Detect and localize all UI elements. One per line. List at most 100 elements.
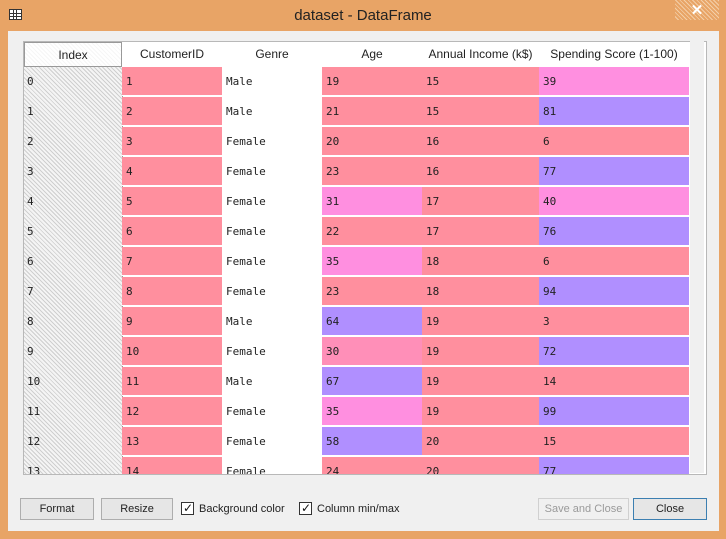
- cell-genre[interactable]: Female: [222, 277, 322, 306]
- window-close-button[interactable]: ✕: [675, 0, 719, 20]
- cell-customerid[interactable]: 6: [122, 217, 222, 246]
- table-row[interactable]: 2 Male 21 15 81: [122, 97, 706, 127]
- table-row[interactable]: 12 Female 35 19 99: [122, 397, 706, 427]
- cell-annual-income[interactable]: 17: [422, 217, 539, 246]
- cell-age[interactable]: 20: [322, 127, 422, 156]
- index-header[interactable]: Index: [24, 42, 122, 67]
- cell-age[interactable]: 67: [322, 367, 422, 396]
- cell-age[interactable]: 22: [322, 217, 422, 246]
- title-bar: dataset - DataFrame ✕: [0, 0, 726, 30]
- cell-annual-income[interactable]: 15: [422, 97, 539, 126]
- cell-customerid[interactable]: 9: [122, 307, 222, 336]
- cell-customerid[interactable]: 14: [122, 457, 222, 474]
- cell-customerid[interactable]: 3: [122, 127, 222, 156]
- cell-customerid[interactable]: 5: [122, 187, 222, 216]
- table-row[interactable]: 6 Female 22 17 76: [122, 217, 706, 247]
- table-row[interactable]: 11 Male 67 19 14: [122, 367, 706, 397]
- column-header-age[interactable]: Age: [322, 42, 422, 67]
- cell-spending-score[interactable]: 3: [539, 307, 689, 336]
- cell-customerid[interactable]: 13: [122, 427, 222, 456]
- cell-spending-score[interactable]: 39: [539, 67, 689, 96]
- cell-annual-income[interactable]: 20: [422, 457, 539, 474]
- cell-genre[interactable]: Male: [222, 307, 322, 336]
- cell-annual-income[interactable]: 17: [422, 187, 539, 216]
- cell-age[interactable]: 58: [322, 427, 422, 456]
- cell-customerid[interactable]: 4: [122, 157, 222, 186]
- cell-age[interactable]: 35: [322, 397, 422, 426]
- cell-customerid[interactable]: 10: [122, 337, 222, 366]
- cell-annual-income[interactable]: 16: [422, 127, 539, 156]
- cell-genre[interactable]: Female: [222, 217, 322, 246]
- table-row[interactable]: 13 Female 58 20 15: [122, 427, 706, 457]
- resize-button[interactable]: Resize: [101, 498, 173, 520]
- cell-genre[interactable]: Female: [222, 337, 322, 366]
- background-color-checkbox[interactable]: Background color: [181, 500, 296, 517]
- table-row[interactable]: 7 Female 35 18 6: [122, 247, 706, 277]
- cell-genre[interactable]: Male: [222, 367, 322, 396]
- cell-genre[interactable]: Male: [222, 97, 322, 126]
- cell-genre[interactable]: Female: [222, 397, 322, 426]
- vertical-scrollbar[interactable]: [690, 41, 704, 473]
- cell-genre[interactable]: Female: [222, 457, 322, 474]
- cell-annual-income[interactable]: 16: [422, 157, 539, 186]
- column-header-customerid[interactable]: CustomerID: [122, 42, 222, 67]
- cell-age[interactable]: 23: [322, 277, 422, 306]
- table-row[interactable]: 4 Female 23 16 77: [122, 157, 706, 187]
- table-row[interactable]: 5 Female 31 17 40: [122, 187, 706, 217]
- cell-genre[interactable]: Female: [222, 247, 322, 276]
- cell-annual-income[interactable]: 19: [422, 397, 539, 426]
- format-button[interactable]: Format: [20, 498, 94, 520]
- cell-spending-score[interactable]: 15: [539, 427, 689, 456]
- cell-spending-score[interactable]: 81: [539, 97, 689, 126]
- cell-age[interactable]: 21: [322, 97, 422, 126]
- save-and-close-button[interactable]: Save and Close: [538, 498, 629, 520]
- cell-genre[interactable]: Male: [222, 67, 322, 96]
- cell-spending-score[interactable]: 99: [539, 397, 689, 426]
- cell-annual-income[interactable]: 20: [422, 427, 539, 456]
- cell-age[interactable]: 35: [322, 247, 422, 276]
- column-header-spending-score[interactable]: Spending Score (1-100): [539, 42, 689, 67]
- cell-customerid[interactable]: 2: [122, 97, 222, 126]
- cell-customerid[interactable]: 1: [122, 67, 222, 96]
- close-button[interactable]: Close: [633, 498, 707, 520]
- cell-age[interactable]: 31: [322, 187, 422, 216]
- cell-customerid[interactable]: 8: [122, 277, 222, 306]
- cell-spending-score[interactable]: 94: [539, 277, 689, 306]
- table-row[interactable]: 8 Female 23 18 94: [122, 277, 706, 307]
- cell-annual-income[interactable]: 18: [422, 247, 539, 276]
- column-header-genre[interactable]: Genre: [222, 42, 322, 67]
- table-row[interactable]: 14 Female 24 20 77: [122, 457, 706, 474]
- cell-annual-income[interactable]: 18: [422, 277, 539, 306]
- cell-annual-income[interactable]: 19: [422, 367, 539, 396]
- cell-age[interactable]: 24: [322, 457, 422, 474]
- cell-age[interactable]: 30: [322, 337, 422, 366]
- cell-spending-score[interactable]: 6: [539, 127, 689, 156]
- cell-genre[interactable]: Female: [222, 157, 322, 186]
- cell-spending-score[interactable]: 76: [539, 217, 689, 246]
- cell-spending-score[interactable]: 77: [539, 157, 689, 186]
- column-minmax-checkbox[interactable]: Column min/max: [299, 500, 404, 517]
- table-row[interactable]: 10 Female 30 19 72: [122, 337, 706, 367]
- table-row[interactable]: 9 Male 64 19 3: [122, 307, 706, 337]
- cell-customerid[interactable]: 7: [122, 247, 222, 276]
- cell-annual-income[interactable]: 19: [422, 307, 539, 336]
- table-row[interactable]: 3 Female 20 16 6: [122, 127, 706, 157]
- table-row[interactable]: 1 Male 19 15 39: [122, 67, 706, 97]
- cell-age[interactable]: 23: [322, 157, 422, 186]
- cell-age[interactable]: 19: [322, 67, 422, 96]
- cell-annual-income[interactable]: 15: [422, 67, 539, 96]
- cell-genre[interactable]: Female: [222, 187, 322, 216]
- index-cell: 5: [27, 225, 34, 238]
- cell-genre[interactable]: Female: [222, 427, 322, 456]
- cell-customerid[interactable]: 12: [122, 397, 222, 426]
- cell-spending-score[interactable]: 77: [539, 457, 689, 474]
- cell-spending-score[interactable]: 14: [539, 367, 689, 396]
- column-header-annual-income[interactable]: Annual Income (k$): [422, 42, 539, 67]
- cell-age[interactable]: 64: [322, 307, 422, 336]
- cell-spending-score[interactable]: 40: [539, 187, 689, 216]
- cell-genre[interactable]: Female: [222, 127, 322, 156]
- cell-spending-score[interactable]: 72: [539, 337, 689, 366]
- cell-annual-income[interactable]: 19: [422, 337, 539, 366]
- cell-customerid[interactable]: 11: [122, 367, 222, 396]
- cell-spending-score[interactable]: 6: [539, 247, 689, 276]
